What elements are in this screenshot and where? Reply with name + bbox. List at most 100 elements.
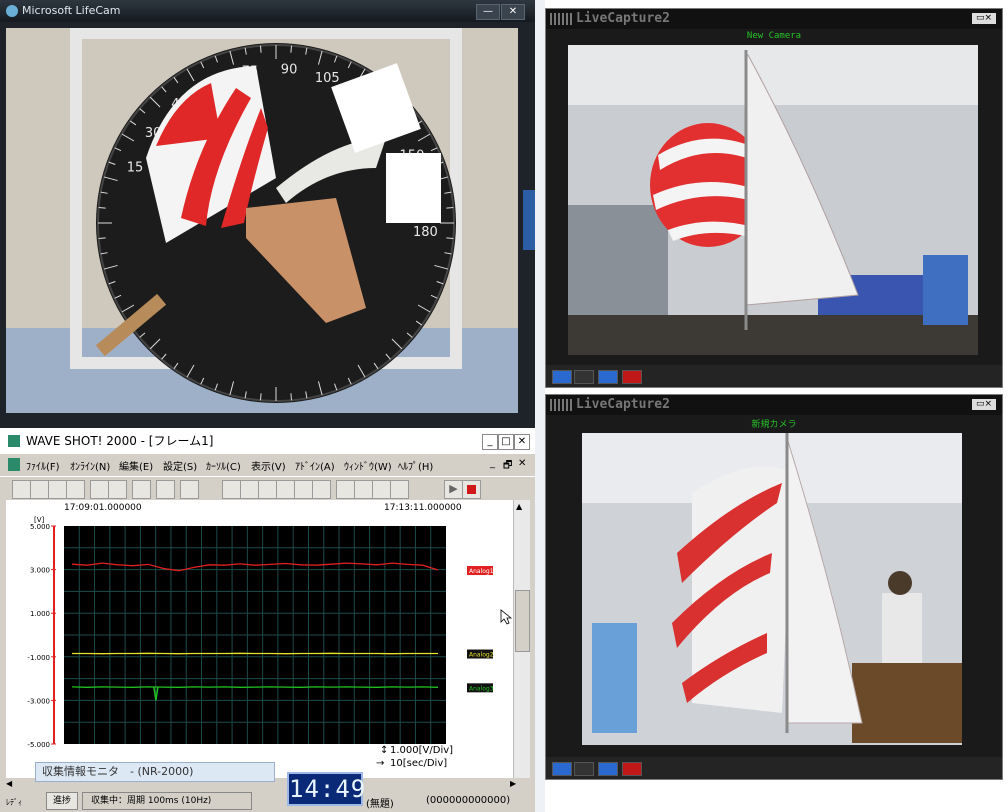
arrow-right-icon: → bbox=[376, 758, 384, 769]
waveshot-title: WAVE SHOT! 2000 - [フレーム1] bbox=[26, 434, 214, 448]
waveshot-close-button[interactable]: ✕ bbox=[514, 434, 530, 450]
channel1-icon[interactable] bbox=[336, 480, 355, 499]
y-tick-label: 5.000 bbox=[30, 523, 50, 531]
dial-tick bbox=[98, 206, 106, 209]
lifecam-close-button[interactable]: ✕ bbox=[501, 4, 525, 20]
channel4-icon[interactable] bbox=[390, 480, 409, 499]
stop-icon[interactable] bbox=[462, 480, 481, 499]
statusbar: ◀ ▶ ﾚﾃﾞｨ 進捗 収集中：周期 100ms (10Hz) (無題) (00… bbox=[0, 778, 535, 812]
record-button[interactable] bbox=[622, 762, 642, 776]
grid-icon[interactable] bbox=[276, 480, 295, 499]
camera-image-top bbox=[568, 45, 978, 355]
livecapture-top-titlebar[interactable]: LiveCapture2 ▭× bbox=[546, 9, 1002, 29]
print-icon[interactable] bbox=[90, 480, 109, 499]
menu-view[interactable]: 表示(V) bbox=[251, 458, 286, 473]
waveshot-maximize-button[interactable]: □ bbox=[498, 434, 514, 450]
legend-label: Analog1 bbox=[469, 568, 494, 575]
menu-addin[interactable]: ｱﾄﾞｲﾝ(A) bbox=[295, 458, 335, 473]
progress-button[interactable]: 進捗 bbox=[46, 792, 78, 810]
waveshot-toolbar: ▶ bbox=[0, 476, 535, 501]
desktop-gap bbox=[535, 0, 545, 812]
mouse-pointer-icon bbox=[500, 609, 513, 625]
dial-label: 90 bbox=[281, 63, 298, 78]
window-controls-icon[interactable]: ▭× bbox=[972, 399, 996, 410]
window-controls-icon[interactable]: ▭× bbox=[972, 13, 996, 24]
menu-online[interactable]: ｵﾝﾗｲﾝ(N) bbox=[70, 458, 110, 473]
playback-controls-bottom bbox=[546, 757, 1002, 779]
copy-icon[interactable] bbox=[132, 480, 151, 499]
waveshot-app-icon bbox=[8, 435, 20, 447]
snapshot-button[interactable] bbox=[598, 370, 618, 384]
monitor-icon[interactable] bbox=[258, 480, 277, 499]
dial-tick bbox=[290, 393, 293, 401]
open-file-icon[interactable] bbox=[30, 480, 49, 499]
time-end-label: 17:13:11.000000 bbox=[384, 503, 462, 513]
waveshot-titlebar[interactable]: WAVE SHOT! 2000 - [フレーム1] _ □ ✕ bbox=[0, 428, 535, 454]
find-icon[interactable] bbox=[156, 480, 175, 499]
dial-tick bbox=[446, 237, 454, 240]
side-panel-handle[interactable] bbox=[523, 190, 535, 250]
waveshot-menubar: ﾌｧｲﾙ(F) ｵﾝﾗｲﾝ(N) 編集(E) 設定(S) ｶｰｿﾙ(C) 表示(… bbox=[0, 454, 535, 476]
livecapture-window-bottom: LiveCapture2 ▭× 新規カメラ bbox=[545, 394, 1003, 780]
menu-file[interactable]: ﾌｧｲﾙ(F) bbox=[26, 458, 60, 473]
help-icon[interactable] bbox=[180, 480, 199, 499]
time-start-label: 17:09:01.000000 bbox=[64, 503, 142, 513]
menu-window[interactable]: ｳｨﾝﾄﾞｳ(W) bbox=[344, 458, 392, 473]
camera-image-bottom bbox=[582, 433, 962, 745]
waveform-chart: 17:09:01.000000 17:13:11.000000 [V] 5.00… bbox=[27, 503, 513, 769]
waveshot-window: WAVE SHOT! 2000 - [フレーム1] _ □ ✕ ﾌｧｲﾙ(F) … bbox=[0, 428, 535, 812]
open-folder-icon[interactable] bbox=[48, 480, 67, 499]
scroll-thumb[interactable] bbox=[515, 590, 530, 652]
status-title: (無題) bbox=[366, 799, 394, 810]
livecapture-top-title: LiveCapture2 bbox=[576, 11, 670, 26]
camera-frame-top bbox=[568, 45, 978, 355]
scale-v-label: 1.000[V/Div] bbox=[390, 745, 453, 756]
collection-monitor-titlebar[interactable]: 収集情報モニタ - (NR-2000) bbox=[35, 762, 275, 782]
channel2-icon[interactable] bbox=[354, 480, 373, 499]
menu-help[interactable]: ﾍﾙﾌﾟ(H) bbox=[398, 458, 433, 473]
scroll-up-icon[interactable]: ▲ bbox=[516, 502, 522, 511]
save-icon[interactable] bbox=[66, 480, 85, 499]
new-file-icon[interactable] bbox=[12, 480, 31, 499]
stop-button[interactable] bbox=[574, 370, 594, 384]
print-preview-icon[interactable] bbox=[108, 480, 127, 499]
livecapture-bottom-titlebar[interactable]: LiveCapture2 ▭× bbox=[546, 395, 1002, 415]
lifecam-titlebar[interactable]: Microsoft LifeCam — ✕ bbox=[0, 0, 535, 22]
play-button[interactable] bbox=[552, 762, 572, 776]
mdi-minimize-button[interactable]: _ bbox=[490, 458, 495, 469]
channel3-icon[interactable] bbox=[372, 480, 391, 499]
mdi-doc-icon bbox=[8, 458, 20, 471]
edit-chart-icon[interactable] bbox=[294, 480, 313, 499]
stop-button[interactable] bbox=[574, 762, 594, 776]
menu-settings[interactable]: 設定(S) bbox=[163, 458, 197, 473]
camera-caption-top: New Camera bbox=[746, 31, 802, 41]
menu-edit[interactable]: 編集(E) bbox=[119, 458, 153, 473]
mdi-close-button[interactable]: ✕ bbox=[518, 458, 526, 469]
mdi-restore-button[interactable]: 🗗 bbox=[503, 458, 512, 475]
lifecam-minimize-button[interactable]: — bbox=[476, 4, 500, 20]
status-ready: ﾚﾃﾞｨ bbox=[6, 798, 22, 807]
digital-clock: 14:49 bbox=[287, 772, 365, 806]
play-button[interactable] bbox=[552, 370, 572, 384]
lifecam-window: Microsoft LifeCam — ✕ 153045607590105120… bbox=[0, 0, 535, 428]
cursor-tool-icon[interactable] bbox=[222, 480, 241, 499]
lifecam-app-icon bbox=[6, 5, 18, 17]
y-tick-label: 1.000 bbox=[30, 610, 50, 618]
scroll-left-icon[interactable]: ◀ bbox=[6, 779, 12, 788]
drag-grip-icon[interactable] bbox=[550, 13, 572, 25]
start-icon[interactable]: ▶ bbox=[444, 480, 463, 499]
menu-cursor[interactable]: ｶｰｿﾙ(C) bbox=[206, 458, 241, 473]
scroll-right-icon[interactable]: ▶ bbox=[510, 779, 516, 788]
drag-grip-icon[interactable] bbox=[550, 399, 572, 411]
dial-tick bbox=[446, 206, 454, 209]
waveshot-minimize-button[interactable]: _ bbox=[482, 434, 498, 450]
chart-icon[interactable] bbox=[240, 480, 259, 499]
record-button[interactable] bbox=[622, 370, 642, 384]
dial-label: 105 bbox=[315, 71, 340, 86]
snapshot-button[interactable] bbox=[598, 762, 618, 776]
dial-tick bbox=[259, 45, 262, 53]
vertical-scrollbar[interactable]: ▲ bbox=[513, 500, 530, 778]
sail-dial-image: 153045607590105120135150165180 bbox=[6, 28, 518, 413]
livecapture-window-top: LiveCapture2 ▭× New Camera bbox=[545, 8, 1003, 388]
wave-settings-icon[interactable] bbox=[312, 480, 331, 499]
